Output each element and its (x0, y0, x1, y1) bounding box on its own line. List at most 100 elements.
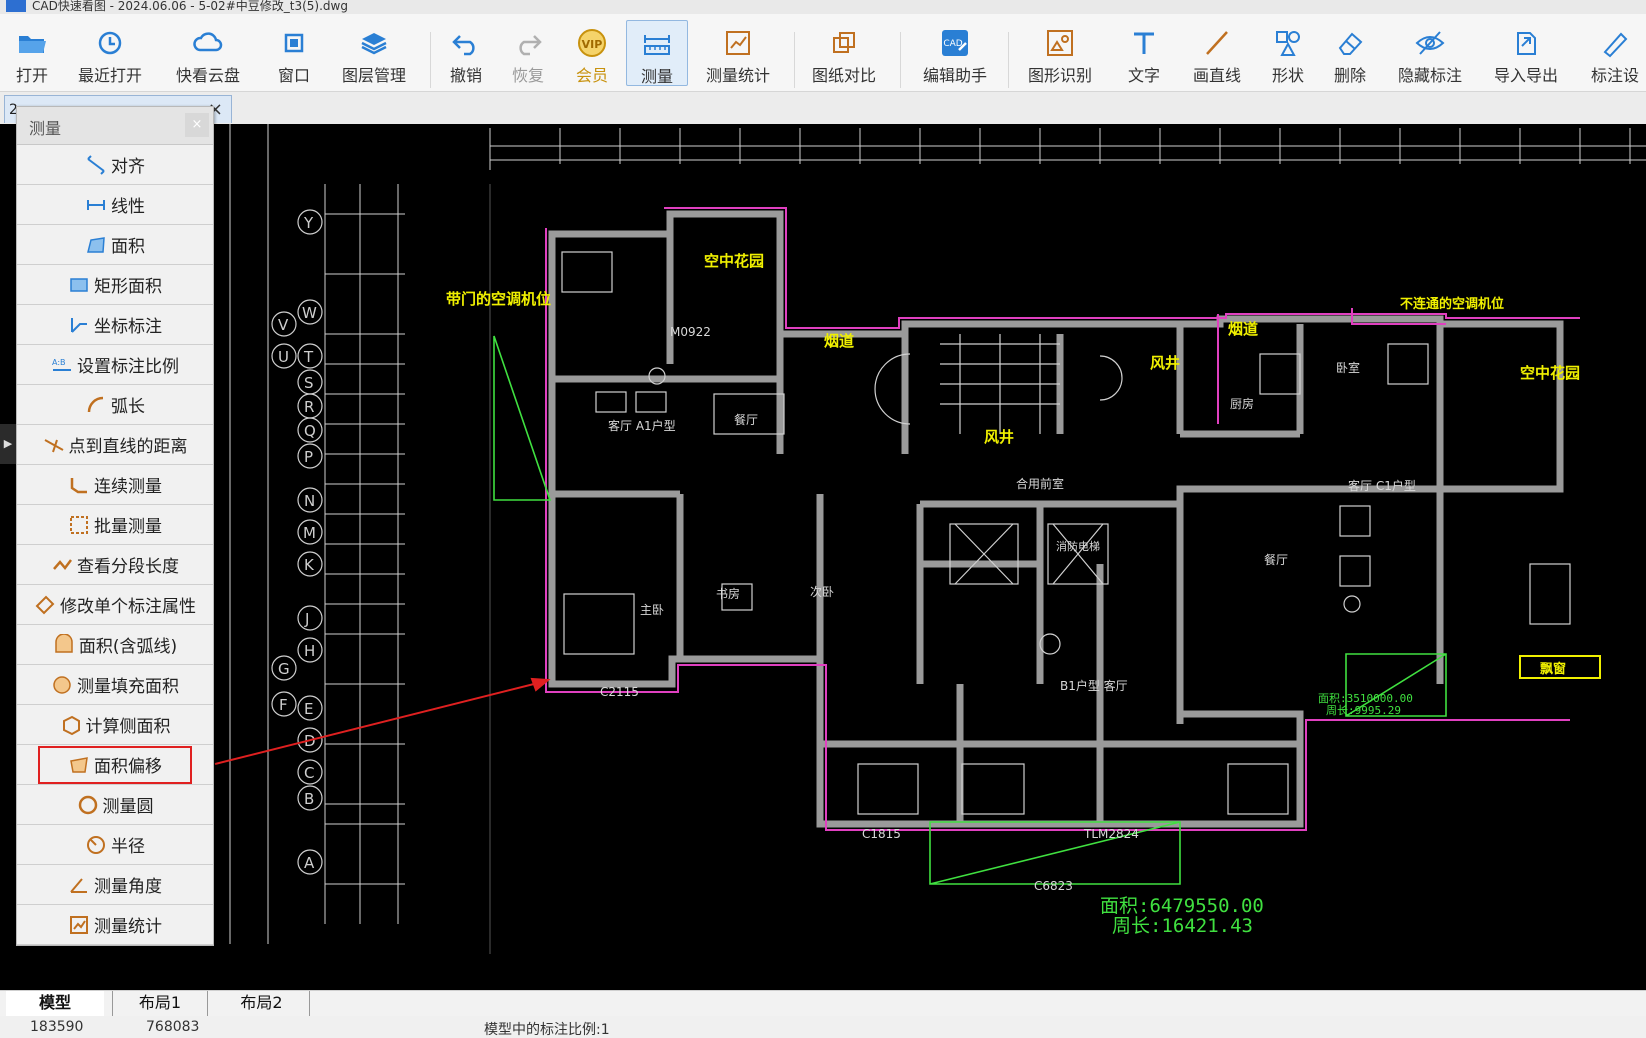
axis-label: J (304, 610, 309, 628)
axis-label: H (304, 642, 315, 660)
point-line-distance-icon (44, 438, 63, 452)
layer-manager-button[interactable]: 图层管理 (334, 20, 414, 86)
measure-segment-item[interactable]: 查看分段长度 (17, 545, 213, 585)
toolbar-label: 文字 (1127, 66, 1160, 85)
axis-label: M (303, 524, 316, 542)
panel-item-label: 测量统计 (94, 917, 162, 937)
measure-rect-area-item[interactable]: 矩形面积 (17, 265, 213, 305)
axis-label: S (304, 374, 314, 392)
measure-panel: 测量 × 对齐 线性 面积 矩形面积 坐标标注 A:B 设置标注比例 弧长 点到直… (16, 106, 214, 946)
line-icon (1206, 31, 1228, 55)
measure-side-area-item[interactable]: 计算侧面积 (17, 705, 213, 745)
panel-item-label: 连续测量 (94, 477, 162, 497)
toolbar-label: 测量 (640, 67, 673, 86)
panel-item-label: 半径 (111, 837, 145, 857)
vip-button[interactable]: VIP 会员 (564, 20, 620, 86)
measure-coordinate-item[interactable]: 坐标标注 (17, 305, 213, 345)
edit-assistant-button[interactable]: CAD 编辑助手 (912, 20, 998, 86)
coordinate-icon (71, 317, 87, 333)
room-label: 客厅 A1户型 (608, 418, 676, 433)
room-label: 书房 (716, 586, 740, 601)
left-edge-strip (0, 124, 16, 990)
area-offset-icon (70, 756, 88, 773)
rect-area-icon (70, 277, 88, 292)
toolbar-label: 删除 (1333, 66, 1366, 85)
vip-badge-icon: VIP (578, 29, 606, 57)
room-label: 消防电梯 (1056, 539, 1100, 553)
measure-area-offset-item[interactable]: 面积偏移 (17, 745, 213, 785)
redo-button[interactable]: 恢复 (502, 20, 554, 86)
measure-stats-button[interactable]: 测量统计 (698, 20, 778, 86)
panel-item-label: 测量圆 (102, 797, 154, 817)
axis-label: G (278, 660, 290, 678)
measure-batch-item[interactable]: 批量测量 (17, 505, 213, 545)
panel-item-label: 修改单个标注属性 (60, 597, 196, 617)
room-label: 厨房 (1230, 396, 1254, 411)
expand-sidebar-handle[interactable]: ▶ (0, 424, 16, 464)
drawing-compare-button[interactable]: 图纸对比 (804, 20, 884, 86)
toolbar-label: 打开 (15, 66, 48, 85)
window-button[interactable]: 窗口 (266, 20, 322, 86)
scale-ab-icon: A:B (52, 358, 71, 371)
toolbar-separator (430, 32, 431, 88)
shape-recognition-button[interactable]: 图形识别 (1018, 20, 1102, 86)
open-button[interactable]: 打开 (4, 20, 60, 86)
tab-layout1[interactable]: 布局1 (112, 991, 208, 1017)
undo-button[interactable]: 撤销 (440, 20, 492, 86)
measure-stats-item[interactable]: 测量统计 (17, 905, 213, 945)
room-label: 卧室 (1336, 360, 1360, 375)
delete-button[interactable]: 删除 (1322, 20, 1378, 86)
measure-circle-item[interactable]: 测量圆 (17, 785, 213, 825)
axis-label: V (278, 316, 289, 334)
text-button[interactable]: 文字 (1114, 20, 1174, 86)
status-bar: 183590 768083 模型中的标注比例:1 (0, 1016, 1646, 1038)
cloud-drive-button[interactable]: 快看云盘 (168, 20, 248, 86)
room-label: TLM2824 (1083, 827, 1139, 841)
room-label: 主卧 (640, 603, 664, 617)
measure-continuous-item[interactable]: 连续测量 (17, 465, 213, 505)
draw-line-button[interactable]: 画直线 (1184, 20, 1250, 86)
eraser-icon (1338, 32, 1363, 55)
room-label: C2115 (600, 685, 639, 699)
shapes-icon (1276, 31, 1300, 56)
measure-arc-area-item[interactable]: 面积(含弧线) (17, 625, 213, 665)
angle-icon (70, 877, 87, 893)
measure-align-item[interactable]: 对齐 (17, 145, 213, 185)
area-offset-highlight: 面积偏移 (38, 745, 192, 784)
measure-angle-item[interactable]: 测量角度 (17, 865, 213, 905)
panel-item-label: 设置标注比例 (77, 357, 179, 377)
measure-arc-length-item[interactable]: 弧长 (17, 385, 213, 425)
recent-open-button[interactable]: 最近打开 (70, 20, 150, 86)
toolbar-label: 快看云盘 (175, 66, 240, 85)
measure-button[interactable]: 测量 (626, 20, 688, 86)
tab-layout2[interactable]: 布局2 (214, 991, 310, 1017)
align-measure-icon (87, 154, 105, 175)
drawing-label: 空中花园 (1520, 364, 1580, 382)
shapes-button[interactable]: 形状 (1260, 20, 1316, 86)
hide-annotation-button[interactable]: 隐藏标注 (1388, 20, 1472, 86)
panel-close-icon[interactable]: × (185, 113, 209, 137)
drawing-label: 空中花园 (704, 252, 764, 270)
toolbar-label: 窗口 (277, 66, 310, 85)
measure-radius-item[interactable]: 半径 (17, 825, 213, 865)
drawing-canvas[interactable]: Y W V U T S R Q P N M K J H G F E D C B (0, 124, 1646, 990)
annotation-settings-button[interactable]: 标注设 (1584, 20, 1646, 86)
linear-measure-icon (87, 199, 105, 210)
measure-area-item[interactable]: 面积 (17, 225, 213, 265)
measure-point-line-item[interactable]: 点到直线的距离 (17, 425, 213, 465)
layers-icon (361, 33, 387, 55)
axis-label: W (302, 304, 317, 322)
measure-scale-item[interactable]: A:B 设置标注比例 (17, 345, 213, 385)
axis-label: T (303, 348, 314, 366)
measure-fill-area-item[interactable]: 测量填充面积 (17, 665, 213, 705)
panel-item-label: 计算侧面积 (85, 717, 171, 737)
measure-linear-item[interactable]: 线性 (17, 185, 213, 225)
axis-label: K (304, 556, 315, 574)
tab-model[interactable]: 模型 (6, 991, 104, 1017)
import-export-button[interactable]: 导入导出 (1484, 20, 1568, 86)
toolbar-label: 恢复 (511, 66, 544, 85)
toolbar-label: 编辑助手 (922, 66, 987, 85)
window-icon (284, 33, 304, 53)
redo-icon (519, 35, 542, 56)
measure-edit-annotation-item[interactable]: 修改单个标注属性 (17, 585, 213, 625)
